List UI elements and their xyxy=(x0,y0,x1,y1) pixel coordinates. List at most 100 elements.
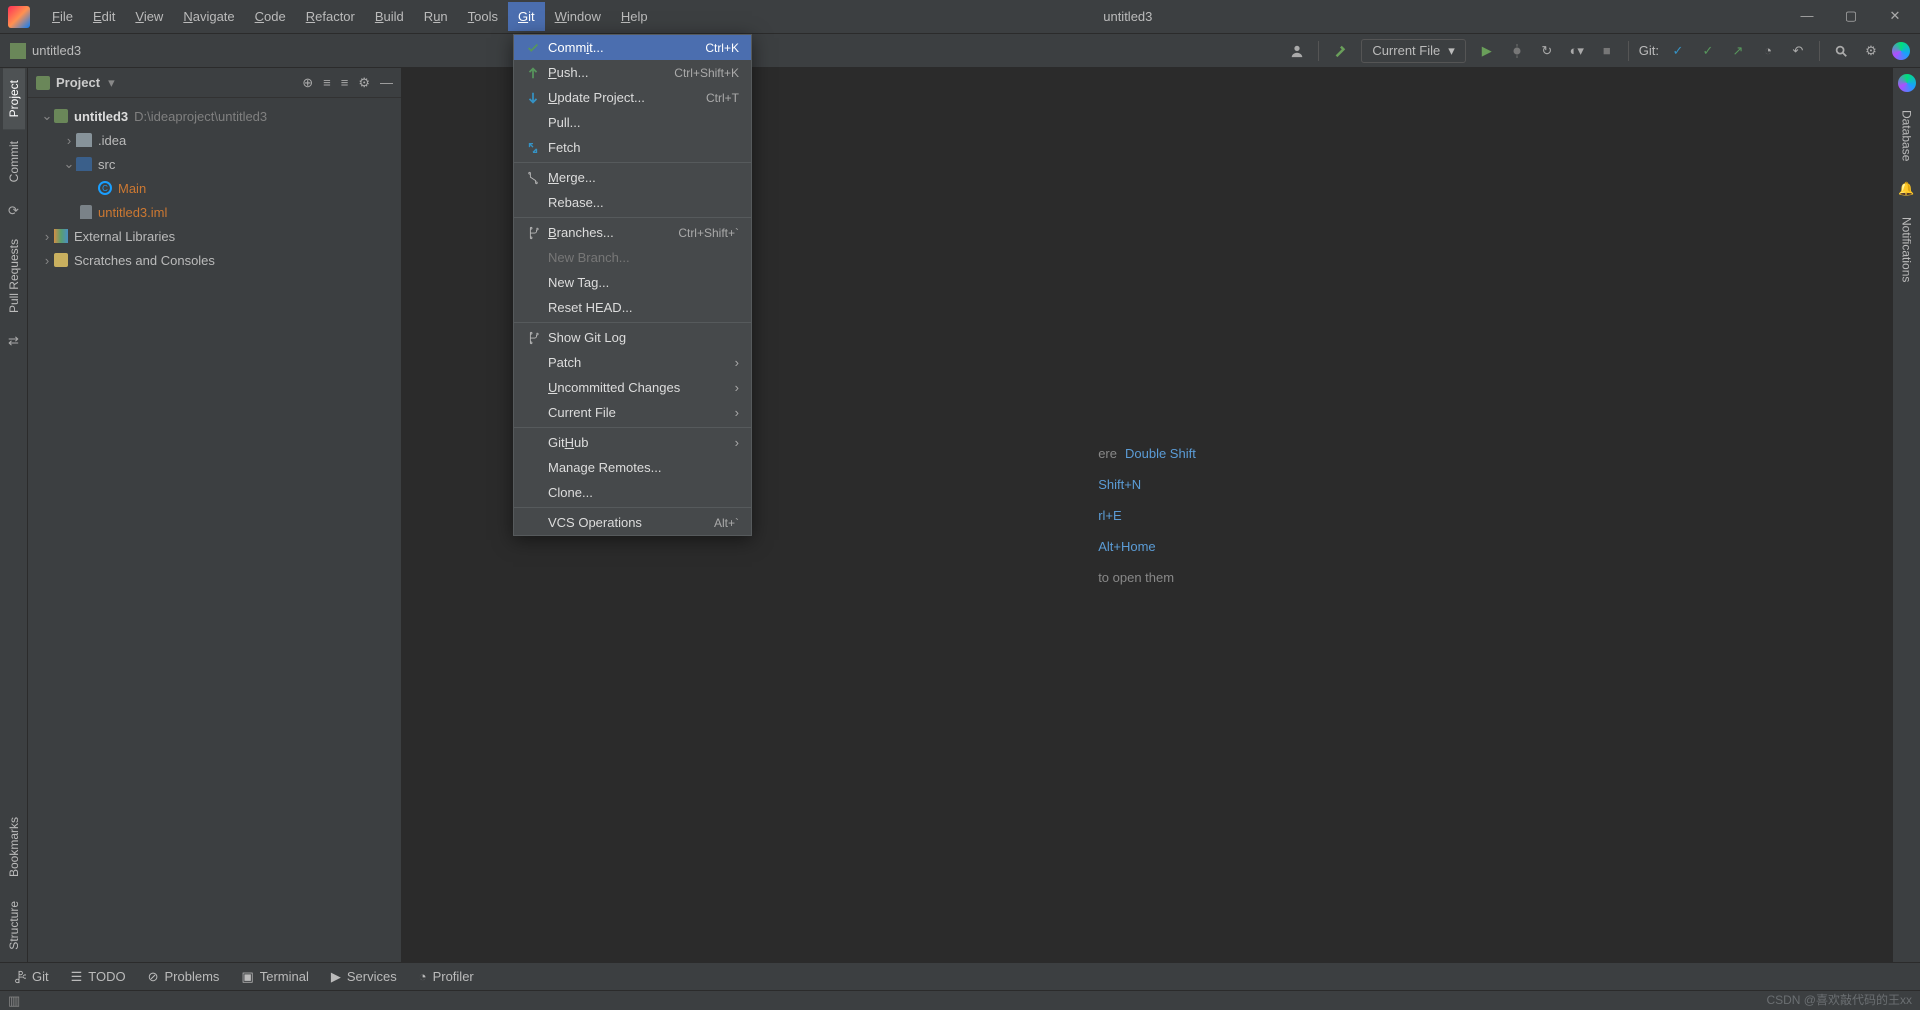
strip-pull-requests[interactable]: Pull Requests xyxy=(3,227,25,325)
shortcut-shift-n: Shift+N xyxy=(1098,477,1141,492)
sb-git[interactable]: Git xyxy=(12,969,49,984)
menu-file[interactable]: File xyxy=(42,2,83,31)
git-menu-current-file[interactable]: Current File› xyxy=(514,400,751,425)
bell-icon[interactable]: 🔔 xyxy=(1898,173,1914,205)
git-menu-commit[interactable]: Commit...Ctrl+K xyxy=(514,35,751,60)
collapse-icon[interactable]: ≡ xyxy=(341,75,349,91)
git-menu-push[interactable]: Push...Ctrl+Shift+K xyxy=(514,60,751,85)
profile-icon[interactable]: ◐▾ xyxy=(1566,40,1588,62)
sb-services[interactable]: ▶Services xyxy=(331,969,397,985)
menu-navigate[interactable]: Navigate xyxy=(173,2,244,31)
close-icon[interactable]: ✕ xyxy=(1886,8,1904,26)
window-title: untitled3 xyxy=(458,9,1798,24)
git-menu-new-tag[interactable]: New Tag... xyxy=(514,270,751,295)
tree-root[interactable]: ⌄ untitled3 D:\ideaproject\untitled3 xyxy=(28,104,401,128)
locate-icon[interactable]: ⊕ xyxy=(302,75,313,91)
panel-settings-icon[interactable]: ⚙ xyxy=(358,75,370,91)
menu-item-label: New Tag... xyxy=(548,275,739,290)
strip-bookmarks[interactable]: Bookmarks xyxy=(3,805,25,889)
strip-structure[interactable]: Structure xyxy=(3,889,25,962)
git-commit-icon[interactable]: ✓ xyxy=(1697,40,1719,62)
menu-edit[interactable]: Edit xyxy=(83,2,125,31)
run-config-selector[interactable]: Current File ▾ xyxy=(1361,39,1465,63)
git-menu-manage-remotes[interactable]: Manage Remotes... xyxy=(514,455,751,480)
code-with-me-icon[interactable] xyxy=(1892,42,1910,60)
git-menu-reset-head[interactable]: Reset HEAD... xyxy=(514,295,751,320)
coverage-icon[interactable]: ↻ xyxy=(1536,40,1558,62)
project-tree: ⌄ untitled3 D:\ideaproject\untitled3 › .… xyxy=(28,98,401,278)
sb-problems[interactable]: ⊘Problems xyxy=(148,969,220,985)
chevron-right-icon: › xyxy=(735,405,739,420)
strip-project[interactable]: Project xyxy=(3,68,25,129)
fetch-icon xyxy=(526,141,540,155)
settings-icon[interactable]: ⚙ xyxy=(1860,40,1882,62)
hide-panel-icon[interactable]: — xyxy=(380,75,393,91)
git-menu-merge[interactable]: Merge... xyxy=(514,165,751,190)
sb-profiler[interactable]: ◔Profiler xyxy=(419,969,474,984)
git-menu-clone[interactable]: Clone... xyxy=(514,480,751,505)
code-with-me-side-icon[interactable] xyxy=(1898,74,1916,92)
breadcrumb[interactable]: untitled3 xyxy=(32,43,81,58)
git-menu-patch[interactable]: Patch› xyxy=(514,350,751,375)
menu-item-label: Merge... xyxy=(548,170,739,185)
stop-icon[interactable]: ■ xyxy=(1596,40,1618,62)
strip-commit-icon[interactable]: ⟳ xyxy=(8,195,19,227)
git-menu-github[interactable]: GitHub› xyxy=(514,430,751,455)
tree-main[interactable]: C Main xyxy=(28,176,401,200)
tree-src[interactable]: ⌄ src xyxy=(28,152,401,176)
tree-iml[interactable]: untitled3.iml xyxy=(28,200,401,224)
strip-database[interactable]: Database xyxy=(1896,98,1918,173)
git-menu-show-git-log[interactable]: Show Git Log xyxy=(514,325,751,350)
git-menu-uncommitted-changes[interactable]: Uncommitted Changes› xyxy=(514,375,751,400)
git-menu-update-project[interactable]: Update Project...Ctrl+T xyxy=(514,85,751,110)
git-rollback-icon[interactable]: ↶ xyxy=(1787,40,1809,62)
user-icon[interactable] xyxy=(1286,40,1308,62)
sb-todo[interactable]: ☰TODO xyxy=(71,969,126,985)
menu-build[interactable]: Build xyxy=(365,2,414,31)
tree-ext-lib[interactable]: › External Libraries xyxy=(28,224,401,248)
footer-bar: ▥ xyxy=(0,990,1920,1010)
search-icon[interactable] xyxy=(1830,40,1852,62)
tree-idea[interactable]: › .idea xyxy=(28,128,401,152)
strip-pr-icon[interactable]: ⇄ xyxy=(8,325,19,357)
git-update-icon[interactable]: ✓ xyxy=(1667,40,1689,62)
menu-item-label: Current File xyxy=(548,405,735,420)
shortcut-label: Ctrl+T xyxy=(706,91,739,105)
strip-commit[interactable]: Commit xyxy=(3,129,25,194)
panel-title[interactable]: Project xyxy=(56,75,100,90)
git-menu-fetch[interactable]: Fetch xyxy=(514,135,751,160)
git-push-icon[interactable]: ↗ xyxy=(1727,40,1749,62)
chevron-right-icon: › xyxy=(735,435,739,450)
sb-terminal[interactable]: ▣Terminal xyxy=(241,969,308,985)
app-logo xyxy=(8,6,30,28)
menu-item-label: Manage Remotes... xyxy=(548,460,739,475)
build-hammer-icon[interactable] xyxy=(1329,40,1351,62)
menu-item-label: Reset HEAD... xyxy=(548,300,739,315)
git-menu-rebase[interactable]: Rebase... xyxy=(514,190,751,215)
git-history-icon[interactable]: ◔ xyxy=(1757,40,1779,62)
chevron-right-icon: › xyxy=(40,229,54,244)
menu-item-label: Clone... xyxy=(548,485,739,500)
strip-notifications[interactable]: Notifications xyxy=(1896,205,1918,294)
chevron-down-icon[interactable]: ▾ xyxy=(108,75,115,91)
run-icon[interactable]: ▶ xyxy=(1476,40,1498,62)
shortcut-label: Ctrl+Shift+K xyxy=(674,66,739,80)
menubar: FileEditViewNavigateCodeRefactorBuildRun… xyxy=(0,0,1920,34)
git-menu-pull[interactable]: Pull... xyxy=(514,110,751,135)
menu-view[interactable]: View xyxy=(125,2,173,31)
menu-code[interactable]: Code xyxy=(245,2,296,31)
maximize-icon[interactable]: ▢ xyxy=(1842,8,1860,26)
tool-window-icon[interactable]: ▥ xyxy=(8,993,20,1009)
menu-refactor[interactable]: Refactor xyxy=(296,2,365,31)
menu-run[interactable]: Run xyxy=(414,2,458,31)
debug-icon[interactable] xyxy=(1506,40,1528,62)
expand-icon[interactable]: ≡ xyxy=(323,75,331,91)
git-menu-branches[interactable]: Branches...Ctrl+Shift+` xyxy=(514,220,751,245)
git-label: Git: xyxy=(1639,43,1659,58)
menu-item-label: Pull... xyxy=(548,115,739,130)
menu-item-label: Branches... xyxy=(548,225,678,240)
tree-scratch[interactable]: › Scratches and Consoles xyxy=(28,248,401,272)
chevron-down-icon: ⌄ xyxy=(40,108,54,124)
minimize-icon[interactable]: — xyxy=(1798,8,1816,26)
git-menu-vcs-operations[interactable]: VCS OperationsAlt+` xyxy=(514,510,751,535)
